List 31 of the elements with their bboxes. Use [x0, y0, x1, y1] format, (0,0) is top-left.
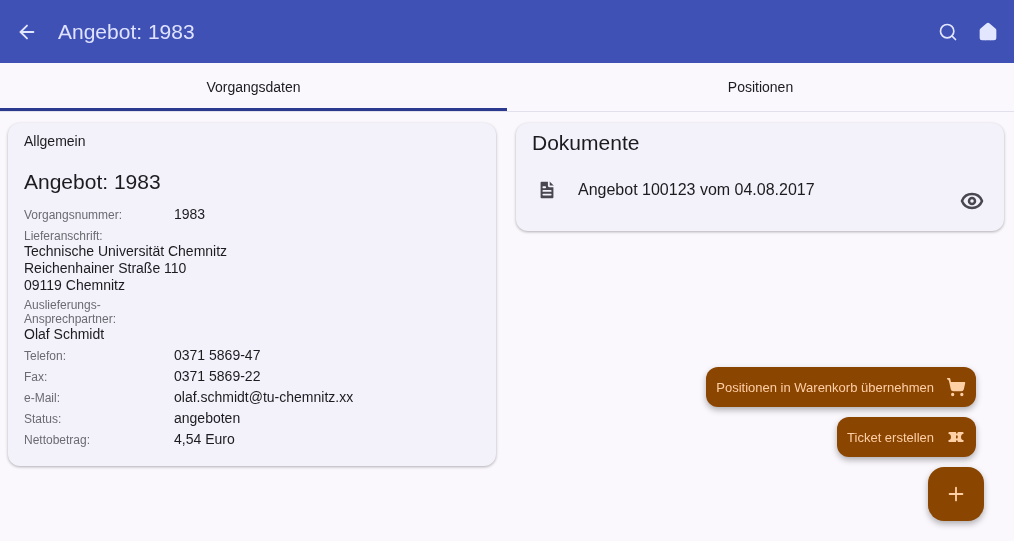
field-value: Technische Universität Chemnitz: [24, 243, 229, 260]
card-heading: Angebot: 1983: [24, 170, 162, 194]
home-icon: [978, 21, 998, 42]
field-value: 0371 5869-22: [174, 368, 262, 384]
card-heading: Dokumente: [532, 131, 641, 155]
search-button[interactable]: [938, 21, 958, 42]
field-label: Telefon:: [24, 349, 68, 363]
field-value: Olaf Schmidt: [24, 326, 106, 343]
add-button[interactable]: [928, 467, 984, 521]
field-value: 0371 5869-47: [174, 347, 262, 363]
field-label: Lieferanschrift:: [24, 229, 104, 243]
field-label: Nettobetrag:: [24, 433, 92, 447]
page-title: Angebot: 1983: [58, 19, 196, 44]
field-value: angeboten: [174, 410, 242, 426]
field-value: 1983: [174, 206, 207, 222]
field-label: Vorgangsnummer:: [24, 208, 124, 222]
section-label: Allgemein: [24, 133, 87, 149]
field-value: olaf.schmidt@tu-chemnitz.xx: [174, 389, 355, 405]
search-icon: [938, 21, 958, 42]
field-label: Fax:: [24, 370, 49, 384]
cart-icon: [946, 377, 966, 397]
field-value: Reichenhainer Straße 110: [24, 260, 188, 277]
document-name[interactable]: Angebot 100123 vom 04.08.2017: [578, 179, 940, 199]
home-button[interactable]: [978, 21, 998, 42]
action-button[interactable]: Positionen in Warenkorb übernehmen: [706, 367, 976, 407]
field-value: 09119 Chemnitz: [24, 277, 126, 294]
field-label: e-Mail:: [24, 391, 61, 405]
field-value: 4,54 Euro: [174, 431, 236, 447]
field-label: Auslieferungs- Ansprechpartner:: [24, 298, 118, 326]
field-label: Status:: [24, 412, 63, 426]
action-button[interactable]: Ticket erstellen: [837, 417, 976, 457]
